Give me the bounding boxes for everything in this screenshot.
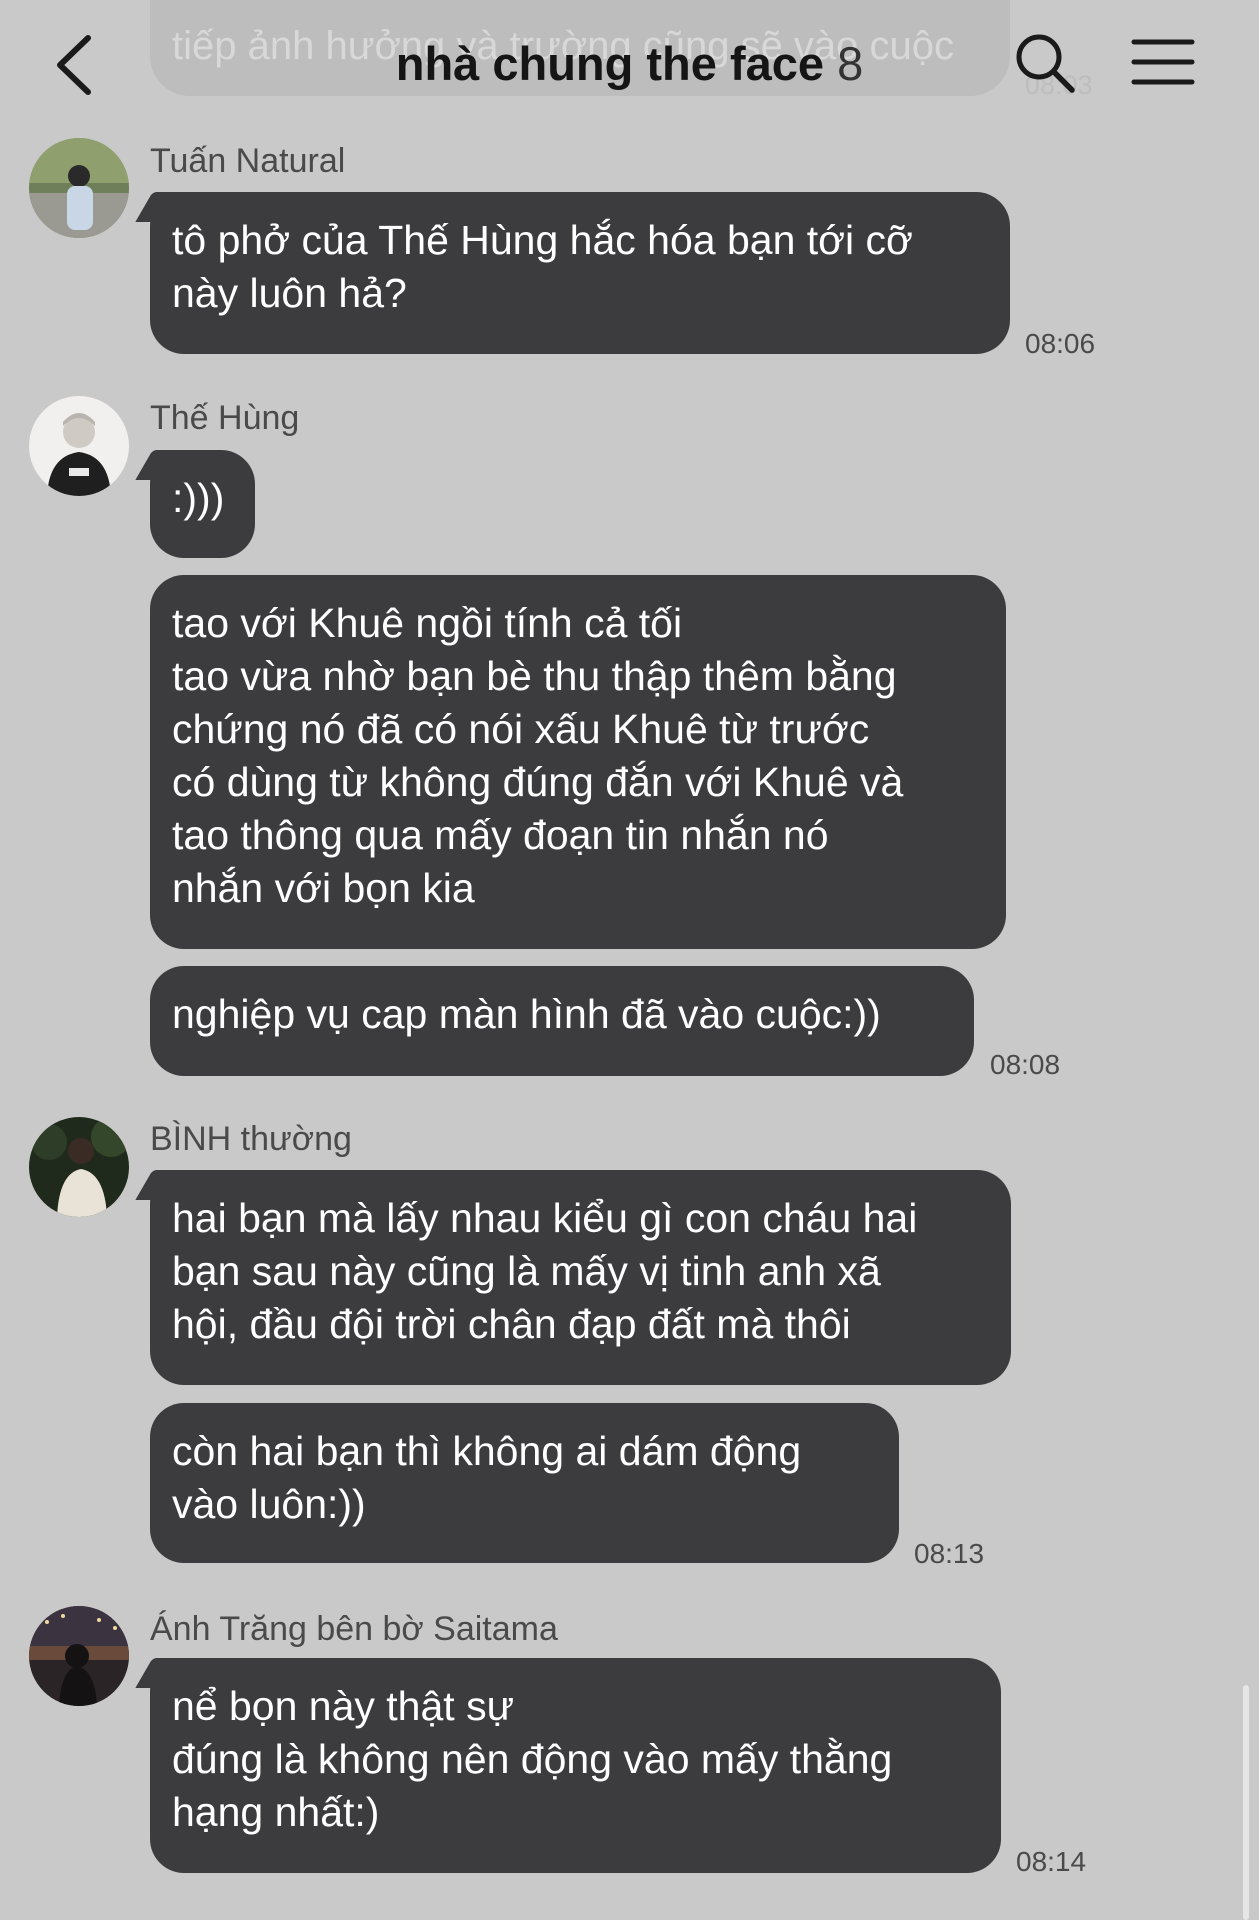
sender-name: BÌNH thường xyxy=(150,1120,352,1158)
sender-name: Thế Hùng xyxy=(150,399,300,437)
message-bubble[interactable]: tô phở của Thế Hùng hắc hóa bạn tới cỡ n… xyxy=(150,192,1010,354)
avatar-photo xyxy=(29,396,129,496)
scrollbar[interactable] xyxy=(1243,1685,1249,1920)
message-bubble[interactable]: nể bọn này thật sự đúng là không nên độn… xyxy=(150,1658,1001,1873)
avatar-photo xyxy=(29,1117,129,1217)
chat-screen: tiếp ảnh hưởng và trường cũng sẽ vào cuộ… xyxy=(0,0,1259,1920)
group-name: nhà chung the face xyxy=(395,37,825,90)
message-bubble[interactable]: tao với Khuê ngồi tính cả tối tao vừa nh… xyxy=(150,575,1006,949)
chat-header: nhà chung the face 8 xyxy=(0,0,1259,130)
message-bubble[interactable]: nghiệp vụ cap màn hình đã vào cuộc:)) xyxy=(150,966,974,1076)
message-bubble[interactable]: :))) xyxy=(150,450,255,558)
menu-icon xyxy=(1131,39,1195,85)
message-time: 08:06 xyxy=(1025,328,1096,359)
avatar-anh-trang[interactable] xyxy=(29,1606,129,1706)
message-time: 08:13 xyxy=(914,1538,985,1569)
avatar-the-hung[interactable] xyxy=(29,396,129,496)
message-time: 08:08 xyxy=(990,1049,1061,1080)
message-bubble[interactable]: còn hai bạn thì không ai dám động vào lu… xyxy=(150,1403,899,1563)
sender-name: Ánh Trăng bên bờ Saitama xyxy=(150,1610,558,1648)
message-bubble[interactable]: hai bạn mà lấy nhau kiểu gì con cháu hai… xyxy=(150,1170,1011,1385)
search-button[interactable] xyxy=(1012,30,1078,96)
avatar-photo xyxy=(29,138,129,238)
avatar-tuan[interactable] xyxy=(29,138,129,238)
avatar-photo xyxy=(29,1606,129,1706)
menu-button[interactable] xyxy=(1130,34,1196,90)
avatar-binh[interactable] xyxy=(29,1117,129,1217)
search-icon xyxy=(1016,34,1075,93)
member-count: 8 xyxy=(837,37,864,90)
sender-name: Tuấn Natural xyxy=(150,142,346,180)
message-time: 08:14 xyxy=(1016,1846,1087,1877)
